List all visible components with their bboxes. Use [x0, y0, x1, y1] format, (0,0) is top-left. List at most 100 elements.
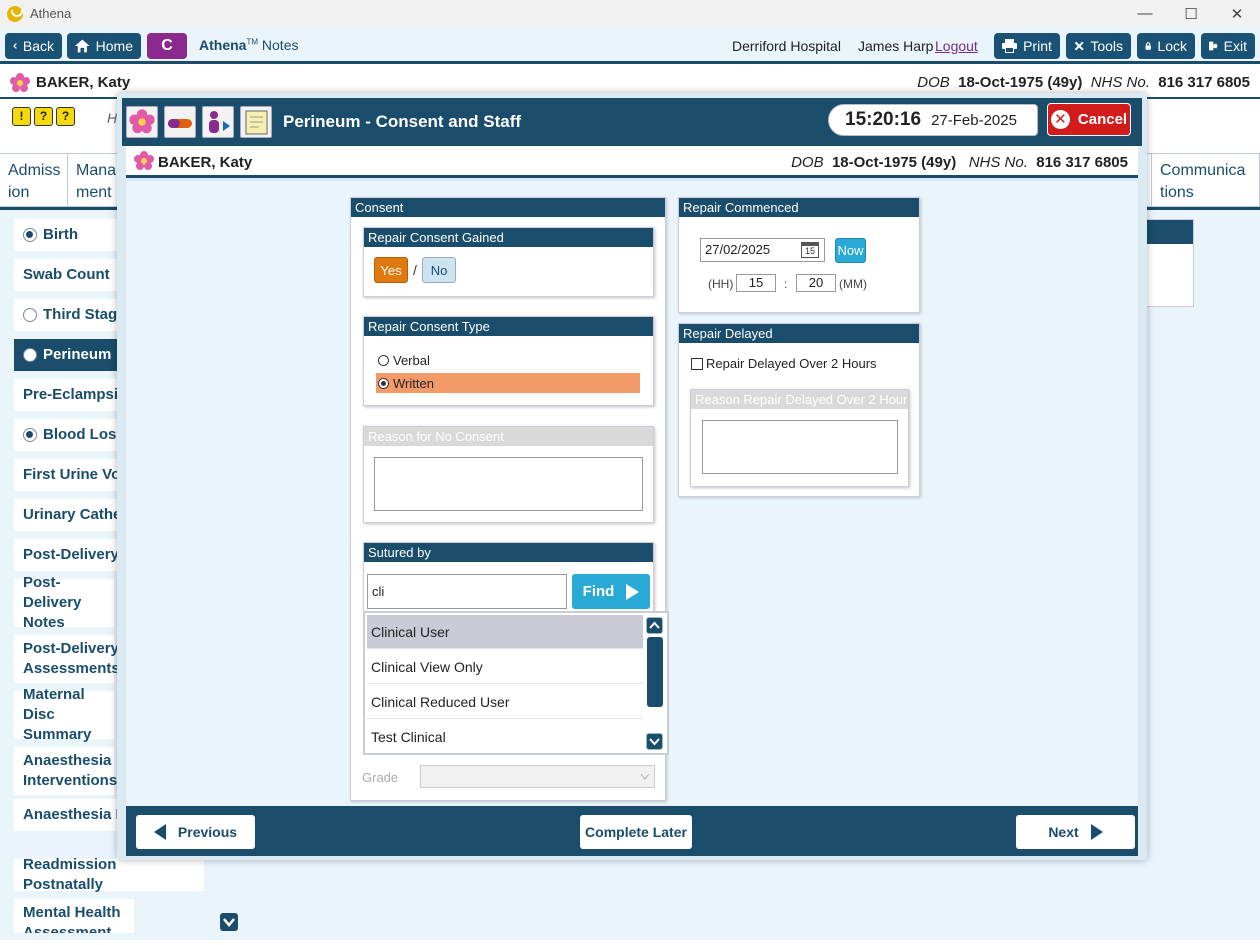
- c-button[interactable]: C: [147, 33, 187, 59]
- modal-patient-dob-nhs: DOB 18-Oct-1975 (49y) NHS No. 816 317 68…: [791, 154, 1128, 171]
- list-item[interactable]: Clinical User: [367, 615, 643, 649]
- chevron-left-icon: [13, 43, 17, 49]
- sutured-by-header: Sutured by: [364, 543, 653, 562]
- question-icon[interactable]: ?: [56, 107, 75, 126]
- tab-communications[interactable]: Communica tions: [1151, 154, 1260, 208]
- find-button[interactable]: Find: [572, 574, 650, 609]
- scroll-down-button[interactable]: [646, 733, 663, 750]
- list-item[interactable]: Clinical Reduced User: [367, 685, 643, 719]
- consent-yes-button[interactable]: Yes: [374, 257, 408, 283]
- hours-input[interactable]: 15: [736, 274, 776, 292]
- window-title-bar: Athena — ☐ ✕: [0, 0, 1260, 27]
- sidebar-item-readmission[interactable]: Readmission Postnatally: [14, 856, 204, 893]
- list-item[interactable]: Test Clinical: [367, 720, 643, 750]
- scroll-thumb[interactable]: [647, 637, 663, 707]
- home-button[interactable]: Home: [67, 33, 141, 59]
- scroll-up-button[interactable]: [646, 617, 663, 634]
- modal-footer: Previous Complete Later Next: [126, 806, 1138, 856]
- notepad-icon[interactable]: [240, 106, 272, 138]
- tools-button[interactable]: Tools: [1066, 33, 1131, 59]
- close-icon: ✕: [1050, 110, 1070, 129]
- minutes-input[interactable]: 20: [796, 274, 836, 292]
- repair-consent-type-section: Repair Consent Type Verbal Written: [363, 316, 654, 406]
- consent-header: Consent: [351, 198, 665, 217]
- reason-no-consent-section: Reason for No Consent: [363, 426, 654, 523]
- athena-notes-label: AthenaTM Notes: [199, 37, 299, 53]
- home-icon: [75, 39, 90, 53]
- close-window-button[interactable]: ✕: [1214, 0, 1260, 27]
- chevron-down-icon: [641, 774, 649, 780]
- now-button[interactable]: Now: [835, 238, 866, 263]
- radio-icon: [23, 428, 37, 442]
- sidebar-scroll-down-button[interactable]: [220, 913, 238, 931]
- print-button[interactable]: Print: [994, 33, 1060, 59]
- repair-delayed-header: Repair Delayed: [679, 324, 919, 343]
- maximize-button[interactable]: ☐: [1168, 0, 1214, 27]
- printer-icon: [1002, 39, 1018, 53]
- time-colon: :: [784, 277, 788, 291]
- reason-repair-delayed-header: Reason Repair Delayed Over 2 Hour: [691, 390, 908, 409]
- question-icon[interactable]: ?: [34, 107, 53, 126]
- logout-link[interactable]: Logout: [935, 38, 978, 54]
- sidebar-item-post-delivery-assessments[interactable]: Post-Delivery Assessments: [14, 635, 120, 683]
- medication-icon[interactable]: [164, 106, 196, 138]
- sidebar-item-anaesthesia-interventions[interactable]: Anaesthesia Interventions: [14, 747, 117, 795]
- sutured-by-input[interactable]: cli: [367, 574, 567, 609]
- person-arrow-icon[interactable]: [202, 106, 234, 138]
- complete-later-button[interactable]: Complete Later: [580, 815, 692, 849]
- modal-title: Perineum - Consent and Staff: [283, 112, 522, 131]
- sidebar-item-post-delivery-notes[interactable]: Post-Delivery Notes: [14, 574, 114, 631]
- repair-delayed-checkbox-row[interactable]: Repair Delayed Over 2 Hours: [691, 356, 877, 371]
- minutes-label: (MM): [839, 277, 867, 291]
- exit-icon: [1209, 41, 1218, 51]
- radio-written[interactable]: Written: [376, 373, 640, 393]
- consent-no-button[interactable]: No: [422, 257, 456, 283]
- yes-no-separator: /: [413, 262, 417, 278]
- hours-label: (HH): [708, 277, 734, 291]
- grade-select[interactable]: [420, 765, 655, 788]
- repair-delayed-checkbox[interactable]: [691, 357, 703, 370]
- sutured-by-section: Sutured by cli Find: [363, 542, 654, 614]
- main-toolbar: Back Home C AthenaTM Notes Derriford Hos…: [0, 27, 1260, 64]
- play-arrow-icon: [626, 583, 640, 600]
- radio-icon: [23, 308, 37, 322]
- back-button[interactable]: Back: [5, 33, 62, 59]
- modal-header: Perineum - Consent and Staff 15:20:16 27…: [122, 98, 1142, 146]
- reason-repair-delayed-section: Reason Repair Delayed Over 2 Hour: [690, 389, 909, 487]
- modal-body: Consent Repair Consent Gained Yes / No R…: [126, 181, 1138, 806]
- reason-repair-delayed-textarea[interactable]: [702, 420, 898, 474]
- background-h-label: H: [107, 110, 118, 126]
- lock-button[interactable]: Lock: [1137, 33, 1195, 59]
- chevron-down-icon: [223, 918, 235, 927]
- radio-icon: [23, 348, 37, 362]
- minimize-button[interactable]: —: [1122, 0, 1168, 27]
- list-item[interactable]: Clinical View Only: [367, 650, 643, 684]
- previous-button[interactable]: Previous: [136, 815, 255, 849]
- triangle-left-icon: [153, 824, 166, 840]
- perineum-consent-modal: Perineum - Consent and Staff 15:20:16 27…: [117, 93, 1147, 860]
- tools-icon: [1074, 41, 1084, 51]
- athena-app-icon: [7, 5, 23, 22]
- window-title: Athena: [30, 6, 72, 21]
- sidebar-item-mental-health[interactable]: Mental Health Assessment: [14, 899, 134, 933]
- exit-button[interactable]: Exit: [1201, 33, 1255, 59]
- tab-admission[interactable]: Admiss ion: [0, 154, 68, 208]
- results-scrollbar[interactable]: [645, 615, 663, 751]
- chevron-up-icon: [649, 621, 660, 629]
- next-button[interactable]: Next: [1016, 815, 1135, 849]
- flower-icon: [134, 151, 154, 170]
- calendar-icon[interactable]: 15: [801, 242, 819, 258]
- clock-date: 27-Feb-2025: [931, 111, 1017, 129]
- flower-toolbar-icon[interactable]: [126, 106, 158, 138]
- repair-delayed-panel: Repair Delayed Repair Delayed Over 2 Hou…: [678, 323, 920, 497]
- sutured-by-results-list: Clinical User Clinical View Only Clinica…: [363, 611, 669, 755]
- alert-icon[interactable]: !: [12, 107, 31, 126]
- reason-no-consent-textarea[interactable]: [374, 457, 643, 511]
- cancel-button[interactable]: ✕ Cancel: [1047, 103, 1131, 136]
- reason-no-consent-header: Reason for No Consent: [364, 427, 653, 446]
- radio-verbal[interactable]: Verbal: [376, 350, 430, 370]
- repair-date-input[interactable]: 27/02/2025 15: [700, 238, 825, 262]
- radio-circle-icon: [378, 377, 389, 389]
- background-right-panel: [1140, 219, 1194, 307]
- sidebar-item-maternal-discharge[interactable]: Maternal Disc Summary: [14, 686, 114, 743]
